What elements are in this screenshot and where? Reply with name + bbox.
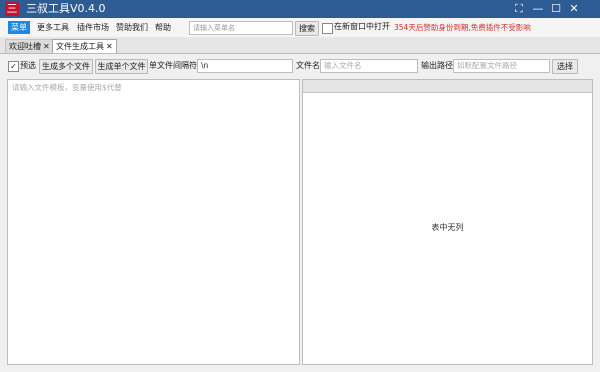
filename-input[interactable]: 输入文件名: [320, 59, 418, 73]
app-logo: 三: [5, 2, 19, 16]
close-icon[interactable]: ✕: [43, 42, 50, 51]
fullscreen-icon[interactable]: ⛶: [512, 2, 526, 16]
tab-bar: 欢迎吐槽 ✕ 文件生成工具 ✕: [0, 37, 600, 54]
separator-input[interactable]: \n: [197, 59, 293, 73]
open-new-window-label: 在新窗口中打开: [334, 22, 390, 31]
maximize-icon[interactable]: ☐: [549, 2, 563, 16]
tab-label: 欢迎吐槽: [9, 42, 41, 51]
generate-multiple-button[interactable]: 生成多个文件: [39, 59, 93, 74]
table-header: [303, 80, 592, 93]
choose-path-button[interactable]: 选择: [552, 59, 578, 74]
preview-table[interactable]: 表中无列: [302, 79, 593, 365]
separator-label: 单文件间隔符: [149, 61, 197, 70]
minimize-icon[interactable]: —: [531, 2, 545, 16]
tab-file-generator[interactable]: 文件生成工具 ✕: [52, 39, 117, 53]
generate-single-button[interactable]: 生成单个文件: [95, 59, 148, 74]
template-editor-placeholder: 请输入文件模板，变量使用$代替: [12, 83, 122, 92]
preview-label: 预选: [20, 61, 36, 70]
tab-label: 文件生成工具: [56, 42, 104, 51]
menu-item-menu[interactable]: 菜单: [8, 21, 30, 34]
app-title: 三叔工具V0.4.0: [26, 2, 106, 15]
search-button[interactable]: 搜索: [295, 21, 319, 36]
template-editor[interactable]: 请输入文件模板，变量使用$代替: [7, 79, 300, 365]
menu-item-plugin-market[interactable]: 插件市场: [74, 21, 112, 34]
menu-item-help[interactable]: 帮助: [152, 21, 174, 34]
table-empty-message: 表中无列: [431, 223, 464, 232]
menu-search-input[interactable]: 请输入菜单名: [189, 21, 293, 35]
filename-label: 文件名: [296, 61, 320, 70]
menu-bar: 菜单 更多工具 插件市场 赞助我们 帮助 请输入菜单名 搜索 在新窗口中打开 3…: [0, 18, 600, 38]
sponsor-notice: 354天后赞助身份到期,免费插件不受影响: [394, 23, 531, 32]
menu-item-sponsor[interactable]: 赞助我们: [113, 21, 151, 34]
close-icon[interactable]: ✕: [106, 42, 113, 51]
output-path-input[interactable]: 如默配置文件路径: [453, 59, 550, 73]
title-bar: 三 三叔工具V0.4.0 ⛶ — ☐ ✕: [0, 0, 600, 18]
open-new-window-checkbox[interactable]: [322, 23, 333, 34]
preview-checkbox[interactable]: ✓: [8, 61, 19, 72]
output-path-label: 输出路径: [421, 61, 453, 70]
menu-item-more-tools[interactable]: 更多工具: [34, 21, 72, 34]
tab-welcome[interactable]: 欢迎吐槽 ✕: [5, 39, 54, 53]
close-icon[interactable]: ✕: [567, 2, 581, 16]
toolbar: ✓ 预选 生成多个文件 生成单个文件 单文件间隔符 \n 文件名 输入文件名 输…: [0, 54, 600, 78]
